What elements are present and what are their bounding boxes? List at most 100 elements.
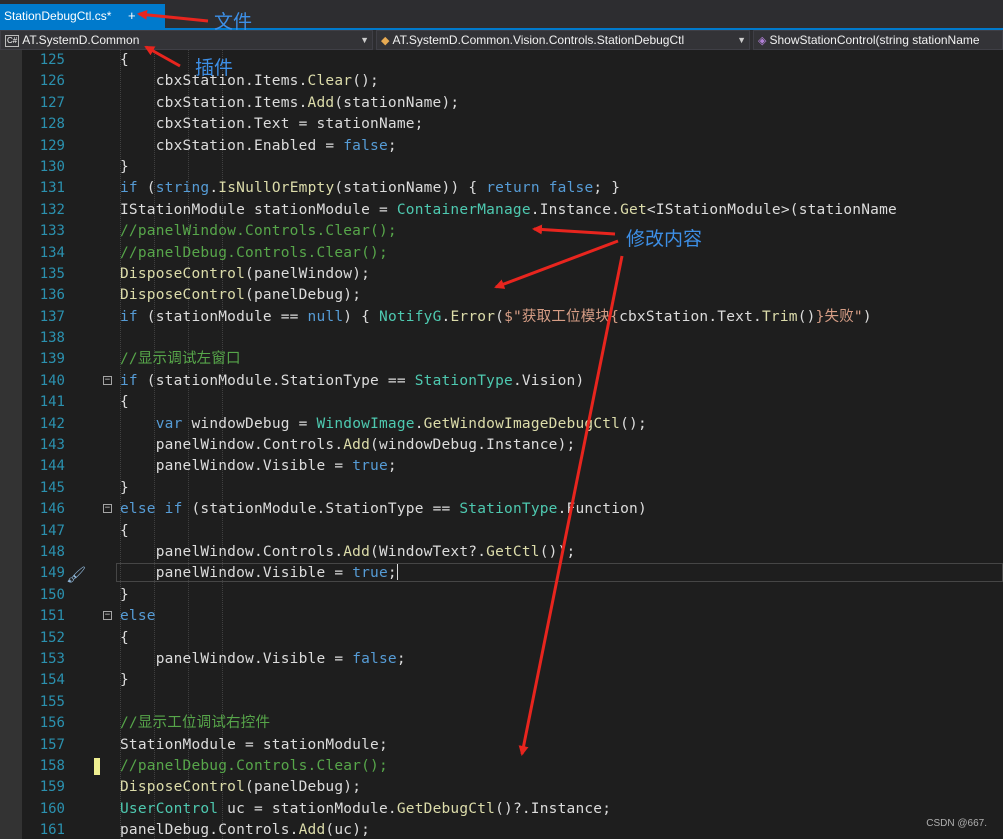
code-text[interactable]: UserControl uc = stationModule.GetDebugC… bbox=[120, 799, 611, 820]
code-text[interactable]: //显示调试左窗口 bbox=[120, 349, 241, 370]
code-text[interactable]: //显示工位调试右控件 bbox=[120, 713, 270, 734]
code-line[interactable]: 149 🖌 panelWindow.Visible = true; bbox=[0, 563, 1003, 584]
code-text[interactable]: cbxStation.Text = stationName; bbox=[120, 114, 424, 135]
code-line[interactable]: 156 //显示工位调试右控件 bbox=[0, 713, 1003, 734]
code-text[interactable]: { bbox=[120, 628, 129, 649]
code-text[interactable]: } bbox=[120, 157, 129, 178]
code-line[interactable]: 140 − if (stationModule.StationType == Sta… bbox=[0, 371, 1003, 392]
code-text[interactable]: { bbox=[120, 392, 129, 413]
code-line[interactable]: 137 if (stationModule == null) { NotifyG.… bbox=[0, 307, 1003, 328]
code-token: (stationModule.StationType == bbox=[182, 501, 460, 518]
code-line[interactable]: 158 //panelDebug.Controls.Clear(); bbox=[0, 756, 1003, 777]
code-token: StationType bbox=[414, 372, 513, 389]
code-line[interactable]: 129 cbxStation.Enabled = false; bbox=[0, 136, 1003, 157]
code-line[interactable]: 141 { bbox=[0, 392, 1003, 413]
code-line[interactable]: 160 UserControl uc = stationModule.GetDeb… bbox=[0, 799, 1003, 820]
code-text[interactable]: cbxStation.Items.Add(stationName); bbox=[120, 93, 459, 114]
code-text[interactable]: cbxStation.Enabled = false; bbox=[120, 136, 397, 157]
code-line[interactable]: 151 − else bbox=[0, 606, 1003, 627]
code-line[interactable]: 131 if (string.IsNullOrEmpty(stationName)… bbox=[0, 178, 1003, 199]
code-text[interactable]: cbxStation.Items.Clear(); bbox=[120, 71, 379, 92]
code-token: { bbox=[120, 629, 129, 646]
code-text[interactable]: var windowDebug = WindowImage.GetWindowI… bbox=[120, 414, 647, 435]
code-line[interactable]: 150} bbox=[0, 585, 1003, 606]
code-line[interactable]: 146 − else if (stationModule.StationType =… bbox=[0, 499, 1003, 520]
code-token: IsNullOrEmpty bbox=[218, 180, 335, 197]
code-line[interactable]: 152 { bbox=[0, 628, 1003, 649]
code-text[interactable]: StationModule = stationModule; bbox=[120, 735, 388, 756]
code-text[interactable]: DisposeControl(panelDebug); bbox=[120, 285, 361, 306]
project-dropdown[interactable]: C# AT.SystemD.Common ▼ bbox=[0, 30, 373, 50]
code-text[interactable]: { bbox=[120, 521, 129, 542]
code-line[interactable]: 142 var windowDebug = WindowImage.GetWin… bbox=[0, 414, 1003, 435]
code-line[interactable]: 159 DisposeControl(panelDebug); bbox=[0, 777, 1003, 798]
line-number: 155 bbox=[39, 693, 65, 710]
code-line[interactable]: 143 panelWindow.Controls.Add(windowDebug… bbox=[0, 435, 1003, 456]
code-token: .Vision) bbox=[512, 372, 585, 389]
class-dropdown[interactable]: ◆ AT.SystemD.Common.Vision.Controls.Stati… bbox=[376, 30, 750, 50]
code-token: string bbox=[155, 180, 210, 197]
collapse-toggle-icon[interactable]: − bbox=[103, 611, 112, 621]
code-text[interactable]: if (string.IsNullOrEmpty(stationName)) {… bbox=[120, 178, 620, 199]
member-dropdown[interactable]: ◈ ShowStationControl(string stationName bbox=[753, 30, 1003, 50]
code-token: GetDebugCtl bbox=[396, 800, 496, 817]
quick-action-brush-icon[interactable]: 🖌 bbox=[66, 564, 86, 585]
code-text[interactable]: } bbox=[120, 585, 129, 606]
code-line[interactable]: 128 cbxStation.Text = stationName; bbox=[0, 114, 1003, 135]
code-line[interactable]: 155 bbox=[0, 692, 1003, 713]
code-text[interactable]: else bbox=[120, 606, 156, 627]
code-line[interactable]: 144 panelWindow.Visible = true; bbox=[0, 456, 1003, 477]
code-text[interactable]: //panelDebug.Controls.Clear(); bbox=[120, 756, 388, 777]
code-text[interactable]: if (stationModule.StationType == Station… bbox=[120, 371, 584, 392]
code-text[interactable]: DisposeControl(panelDebug); bbox=[120, 777, 361, 798]
code-token: ( bbox=[495, 308, 505, 325]
code-text[interactable]: //panelWindow.Controls.Clear(); bbox=[120, 221, 397, 242]
line-number: 134 bbox=[39, 244, 65, 261]
code-text[interactable]: panelDebug.Controls.Add(uc); bbox=[120, 820, 370, 839]
code-line[interactable]: 138 bbox=[0, 328, 1003, 349]
code-text[interactable]: panelWindow.Visible = true; bbox=[120, 563, 398, 584]
code-text[interactable]: panelWindow.Visible = true; bbox=[120, 456, 397, 477]
code-text[interactable]: } bbox=[120, 478, 129, 499]
code-text[interactable]: panelWindow.Controls.Add(WindowText?.Get… bbox=[120, 542, 576, 563]
code-token: (stationName)) { bbox=[334, 180, 487, 197]
collapse-toggle-icon[interactable]: − bbox=[103, 375, 112, 385]
code-line[interactable]: 161 panelDebug.Controls.Add(uc); bbox=[0, 820, 1003, 839]
code-line[interactable]: 126 cbxStation.Items.Clear(); bbox=[0, 71, 1003, 92]
code-line[interactable]: 157 StationModule = stationModule; bbox=[0, 735, 1003, 756]
document-tab[interactable]: StationDebugCtl.cs* + bbox=[0, 4, 165, 28]
line-number: 139 bbox=[39, 351, 65, 368]
code-editor[interactable]: 125{126 cbxStation.Items.Clear(); 127 cbx… bbox=[0, 50, 1003, 839]
code-token: (); bbox=[352, 73, 379, 90]
code-line[interactable]: 134 //panelDebug.Controls.Clear(); bbox=[0, 243, 1003, 264]
annotation-modified: 修改内容 bbox=[626, 228, 703, 250]
code-line[interactable]: 132 IStationModule stationModule = Contai… bbox=[0, 200, 1003, 221]
code-text[interactable]: IStationModule stationModule = Container… bbox=[120, 200, 897, 221]
code-line[interactable]: 135 DisposeControl(panelWindow); bbox=[0, 264, 1003, 285]
code-line[interactable]: 133 //panelWindow.Controls.Clear(); bbox=[0, 221, 1003, 242]
code-text[interactable]: { bbox=[120, 50, 129, 71]
pin-icon[interactable]: + bbox=[128, 4, 136, 28]
code-token: StationModule = stationModule; bbox=[120, 736, 388, 753]
code-token: (uc); bbox=[325, 822, 371, 839]
code-text[interactable]: if (stationModule == null) { NotifyG.Err… bbox=[120, 307, 872, 328]
code-text[interactable]: panelWindow.Visible = false; bbox=[120, 649, 406, 670]
code-text[interactable]: } bbox=[120, 670, 129, 691]
code-line[interactable]: 148 panelWindow.Controls.Add(WindowText?… bbox=[0, 542, 1003, 563]
code-text[interactable]: else if (stationModule.StationType == St… bbox=[120, 499, 647, 520]
code-line[interactable]: 127 cbxStation.Items.Add(stationName); bbox=[0, 93, 1003, 114]
code-line[interactable]: 130} bbox=[0, 157, 1003, 178]
line-number: 145 bbox=[39, 479, 65, 496]
code-text[interactable]: panelWindow.Controls.Add(windowDebug.Ins… bbox=[120, 435, 576, 456]
code-line[interactable]: 136 DisposeControl(panelDebug); bbox=[0, 285, 1003, 306]
code-line[interactable]: 153 panelWindow.Visible = false; bbox=[0, 649, 1003, 670]
code-line[interactable]: 139 //显示调试左窗口 bbox=[0, 349, 1003, 370]
code-text[interactable]: DisposeControl(panelWindow); bbox=[120, 264, 370, 285]
code-line[interactable]: 125 { bbox=[0, 50, 1003, 71]
code-line[interactable]: 147 { bbox=[0, 521, 1003, 542]
code-token: panelWindow.Visible = bbox=[120, 458, 353, 475]
collapse-toggle-icon[interactable]: − bbox=[103, 504, 112, 514]
code-line[interactable]: 154} bbox=[0, 670, 1003, 691]
code-line[interactable]: 145} bbox=[0, 478, 1003, 499]
code-text[interactable]: //panelDebug.Controls.Clear(); bbox=[120, 243, 388, 264]
